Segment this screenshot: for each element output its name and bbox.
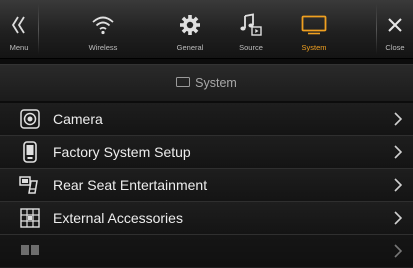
double-chevron-left-icon	[0, 8, 39, 42]
chevron-right-icon	[391, 243, 405, 259]
partial-item-icon	[19, 240, 41, 262]
list-item-external-accessories[interactable]: External Accessories	[0, 202, 413, 235]
music-source-icon	[231, 8, 271, 42]
section-header: System	[0, 64, 413, 101]
list-item-label: Camera	[53, 111, 103, 127]
system-label: System	[301, 43, 327, 52]
gear-icon	[170, 8, 210, 42]
chevron-right-icon	[391, 111, 405, 127]
settings-list: Camera Factory System Setup Rear Seat En…	[0, 103, 413, 268]
chevron-right-icon	[391, 177, 405, 193]
wireless-label: Wireless	[88, 43, 118, 52]
close-label: Close	[385, 43, 405, 52]
menu-label: Menu	[9, 43, 29, 52]
menu-button[interactable]: Menu	[0, 0, 38, 58]
wifi-icon	[83, 8, 123, 42]
source-label: Source	[239, 43, 263, 52]
camera-icon	[19, 108, 41, 130]
top-toolbar: Menu Wireless General Source System Clos…	[0, 0, 413, 59]
section-title: System	[195, 76, 237, 90]
close-button[interactable]: Close	[377, 0, 413, 58]
rear-seat-icon	[19, 174, 41, 196]
chevron-right-icon	[391, 210, 405, 226]
monitor-icon	[176, 77, 191, 87]
list-item-camera[interactable]: Camera	[0, 103, 413, 136]
chevron-right-icon	[391, 144, 405, 160]
phone-setup-icon	[19, 141, 41, 163]
tab-wireless[interactable]: Wireless	[39, 0, 175, 58]
list-item-label: External Accessories	[53, 210, 183, 226]
list-item-label: Factory System Setup	[53, 144, 191, 160]
tab-system[interactable]: System	[282, 0, 346, 58]
list-item-factory-system-setup[interactable]: Factory System Setup	[0, 136, 413, 169]
tab-general[interactable]: General	[160, 0, 220, 58]
monitor-icon	[294, 8, 334, 42]
accessories-icon	[19, 207, 41, 229]
list-item-label: Rear Seat Entertainment	[53, 177, 208, 193]
tab-source[interactable]: Source	[221, 0, 281, 58]
list-item-rear-seat-entertainment[interactable]: Rear Seat Entertainment	[0, 169, 413, 202]
close-icon	[375, 8, 413, 42]
general-label: General	[176, 43, 204, 52]
